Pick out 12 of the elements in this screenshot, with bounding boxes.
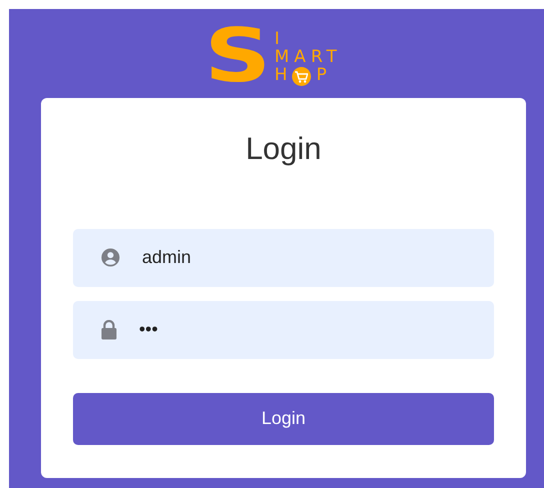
logo-text: MART bbox=[274, 48, 342, 66]
cart-icon bbox=[292, 67, 312, 86]
logo-text: H bbox=[274, 64, 292, 84]
logo-text: I bbox=[274, 30, 286, 49]
logo-letter: S bbox=[204, 25, 272, 88]
password-field[interactable]: ••• bbox=[73, 300, 494, 358]
lock-icon bbox=[101, 320, 117, 340]
username-field[interactable]: admin bbox=[73, 228, 494, 286]
logo-text: P bbox=[316, 64, 332, 84]
user-icon bbox=[101, 248, 120, 267]
login-title: Login bbox=[244, 130, 322, 168]
login-button[interactable]: Login bbox=[73, 392, 494, 444]
